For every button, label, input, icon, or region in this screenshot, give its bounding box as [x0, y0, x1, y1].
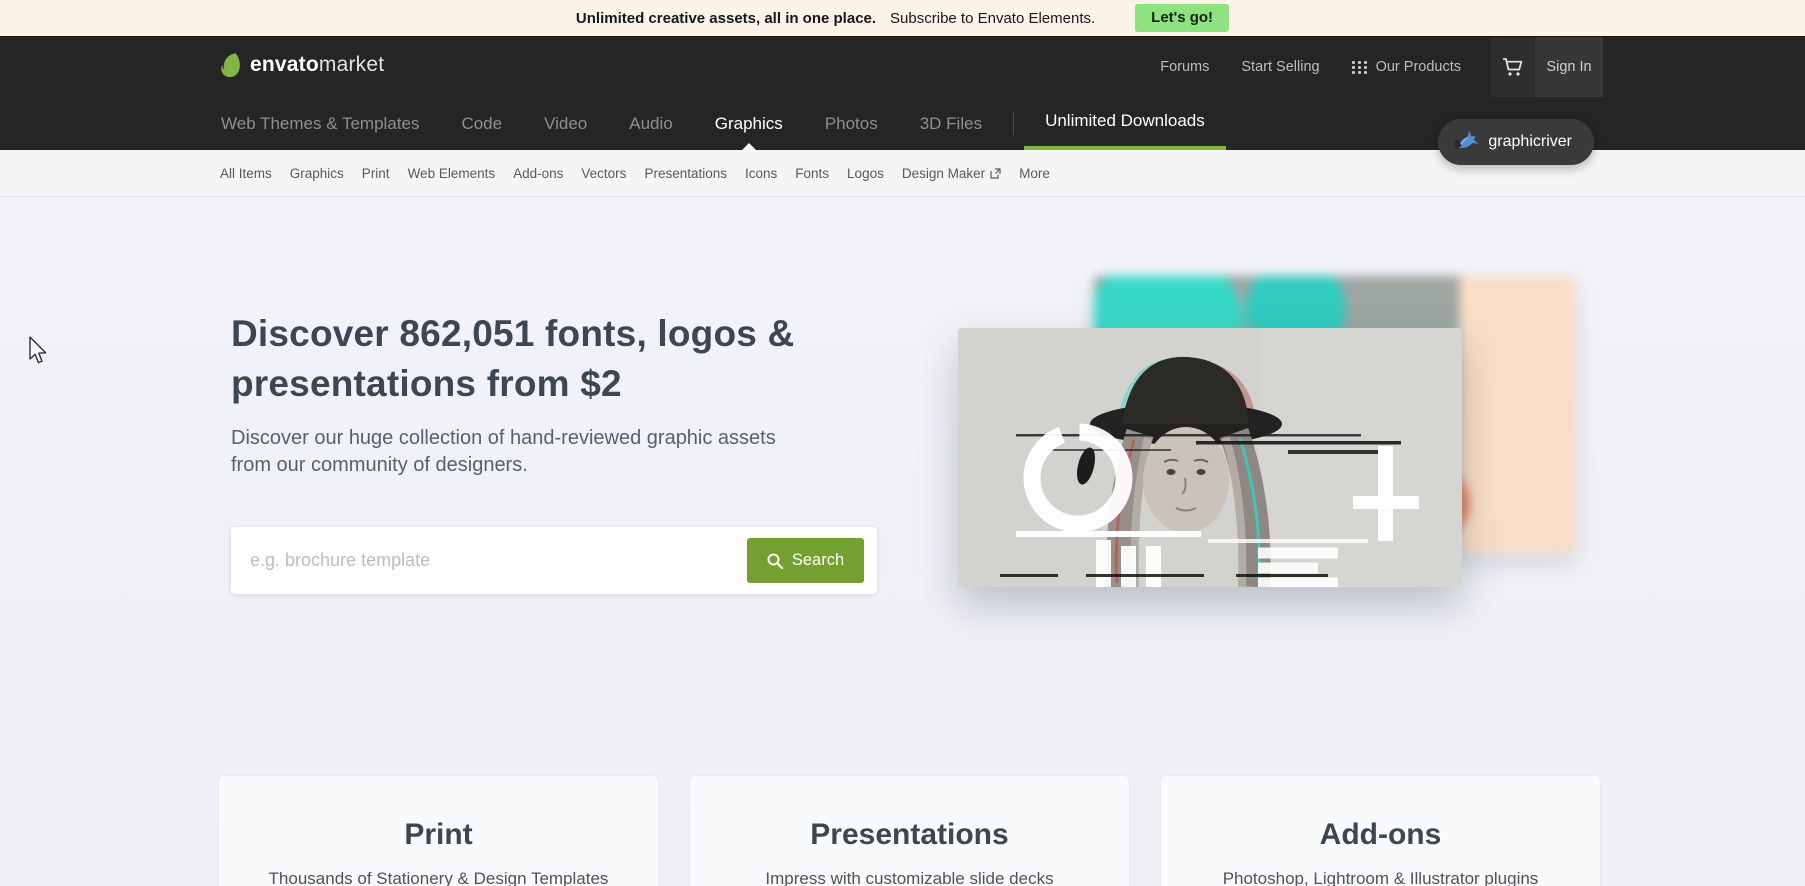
nav-unlimited-downloads[interactable]: Unlimited Downloads [1024, 96, 1226, 151]
graphicriver-fish-icon [1454, 130, 1480, 154]
card-add-ons-title: Add-ons [1161, 818, 1600, 852]
nav-graphics-label: Graphics [715, 114, 783, 134]
lets-go-button[interactable]: Let's go! [1135, 4, 1229, 32]
hero-section: Discover 862,051 fonts, logos & presenta… [0, 197, 1805, 886]
subnav-web-elements[interactable]: Web Elements [399, 166, 505, 181]
hero-title-line2: presentations from $2 [231, 359, 794, 409]
subnav-more[interactable]: More [1010, 166, 1059, 181]
promo-message: Subscribe to Envato Elements. [890, 10, 1095, 27]
subnav-presentations[interactable]: Presentations [635, 166, 736, 181]
logo-text: envatomarket [250, 53, 384, 77]
nav-video[interactable]: Video [523, 96, 608, 151]
search-icon [767, 553, 783, 569]
logo-brand: envato [250, 53, 319, 76]
nav-divider [1013, 112, 1014, 135]
design-maker-label: Design Maker [902, 166, 985, 181]
card-add-ons[interactable]: Add-ons Photoshop, Lightroom & Illustrat… [1160, 775, 1601, 886]
category-cards: Print Thousands of Stationery & Design T… [218, 775, 1601, 886]
subnav-design-maker[interactable]: Design Maker [893, 166, 1010, 181]
graphicriver-badge[interactable]: graphicriver [1438, 119, 1594, 165]
search-input[interactable] [231, 527, 731, 594]
card-print-title: Print [219, 818, 658, 852]
envato-market-page: Unlimited creative assets, all in one pl… [0, 0, 1805, 886]
card-add-ons-description: Photoshop, Lightroom & Illustrator plugi… [1161, 869, 1600, 886]
card-presentations-description: Impress with customizable slide decks [690, 869, 1129, 886]
sign-in-button[interactable]: Sign In [1535, 37, 1603, 97]
subnav-add-ons[interactable]: Add-ons [504, 166, 572, 181]
cart-button[interactable] [1491, 37, 1535, 97]
hero-title-line1: Discover 862,051 fonts, logos & [231, 309, 794, 359]
external-link-icon [990, 168, 1001, 179]
start-selling-link[interactable]: Start Selling [1225, 59, 1335, 75]
subnav-print[interactable]: Print [353, 166, 399, 181]
forums-link[interactable]: Forums [1144, 59, 1225, 75]
nav-photos[interactable]: Photos [804, 96, 899, 151]
graphicriver-label: graphicriver [1488, 133, 1572, 151]
search-button[interactable]: Search [747, 538, 864, 583]
search-bar: Search [231, 527, 877, 594]
subnav-logos[interactable]: Logos [838, 166, 893, 181]
subnav-graphics[interactable]: Graphics [281, 166, 353, 181]
cart-icon [1502, 57, 1524, 77]
hero-artwork-card [958, 328, 1462, 587]
nav-audio[interactable]: Audio [608, 96, 693, 151]
nav-code[interactable]: Code [440, 96, 523, 151]
card-presentations-title: Presentations [690, 818, 1129, 852]
card-presentations[interactable]: Presentations Impress with customizable … [689, 775, 1130, 886]
promo-message-bold: Unlimited creative assets, all in one pl… [576, 10, 876, 27]
card-print-description: Thousands of Stationery & Design Templat… [219, 869, 658, 886]
envato-leaf-icon [219, 52, 243, 78]
promo-banner: Unlimited creative assets, all in one pl… [0, 0, 1805, 36]
logo-suffix: market [319, 53, 384, 76]
search-button-label: Search [792, 551, 844, 570]
our-products-label: Our Products [1376, 59, 1461, 75]
apps-grid-icon [1352, 61, 1368, 74]
nav-3d-files[interactable]: 3D Files [899, 96, 1003, 151]
our-products-menu[interactable]: Our Products [1336, 59, 1477, 75]
envato-market-logo[interactable]: envatomarket [219, 52, 384, 78]
utility-nav: Forums Start Selling Our Products Sign I… [1144, 37, 1603, 97]
subnav-vectors[interactable]: Vectors [572, 166, 635, 181]
subnav-all-items[interactable]: All Items [220, 166, 281, 181]
hero-artwork-portrait [958, 328, 1462, 587]
subnav-icons[interactable]: Icons [736, 166, 786, 181]
hero-subtitle: Discover our huge collection of hand-rev… [231, 425, 811, 479]
nav-web-themes[interactable]: Web Themes & Templates [221, 96, 440, 151]
subnav-fonts[interactable]: Fonts [786, 166, 838, 181]
hero-title: Discover 862,051 fonts, logos & presenta… [231, 309, 794, 409]
card-print[interactable]: Print Thousands of Stationery & Design T… [218, 775, 659, 886]
nav-graphics[interactable]: Graphics [694, 96, 804, 151]
